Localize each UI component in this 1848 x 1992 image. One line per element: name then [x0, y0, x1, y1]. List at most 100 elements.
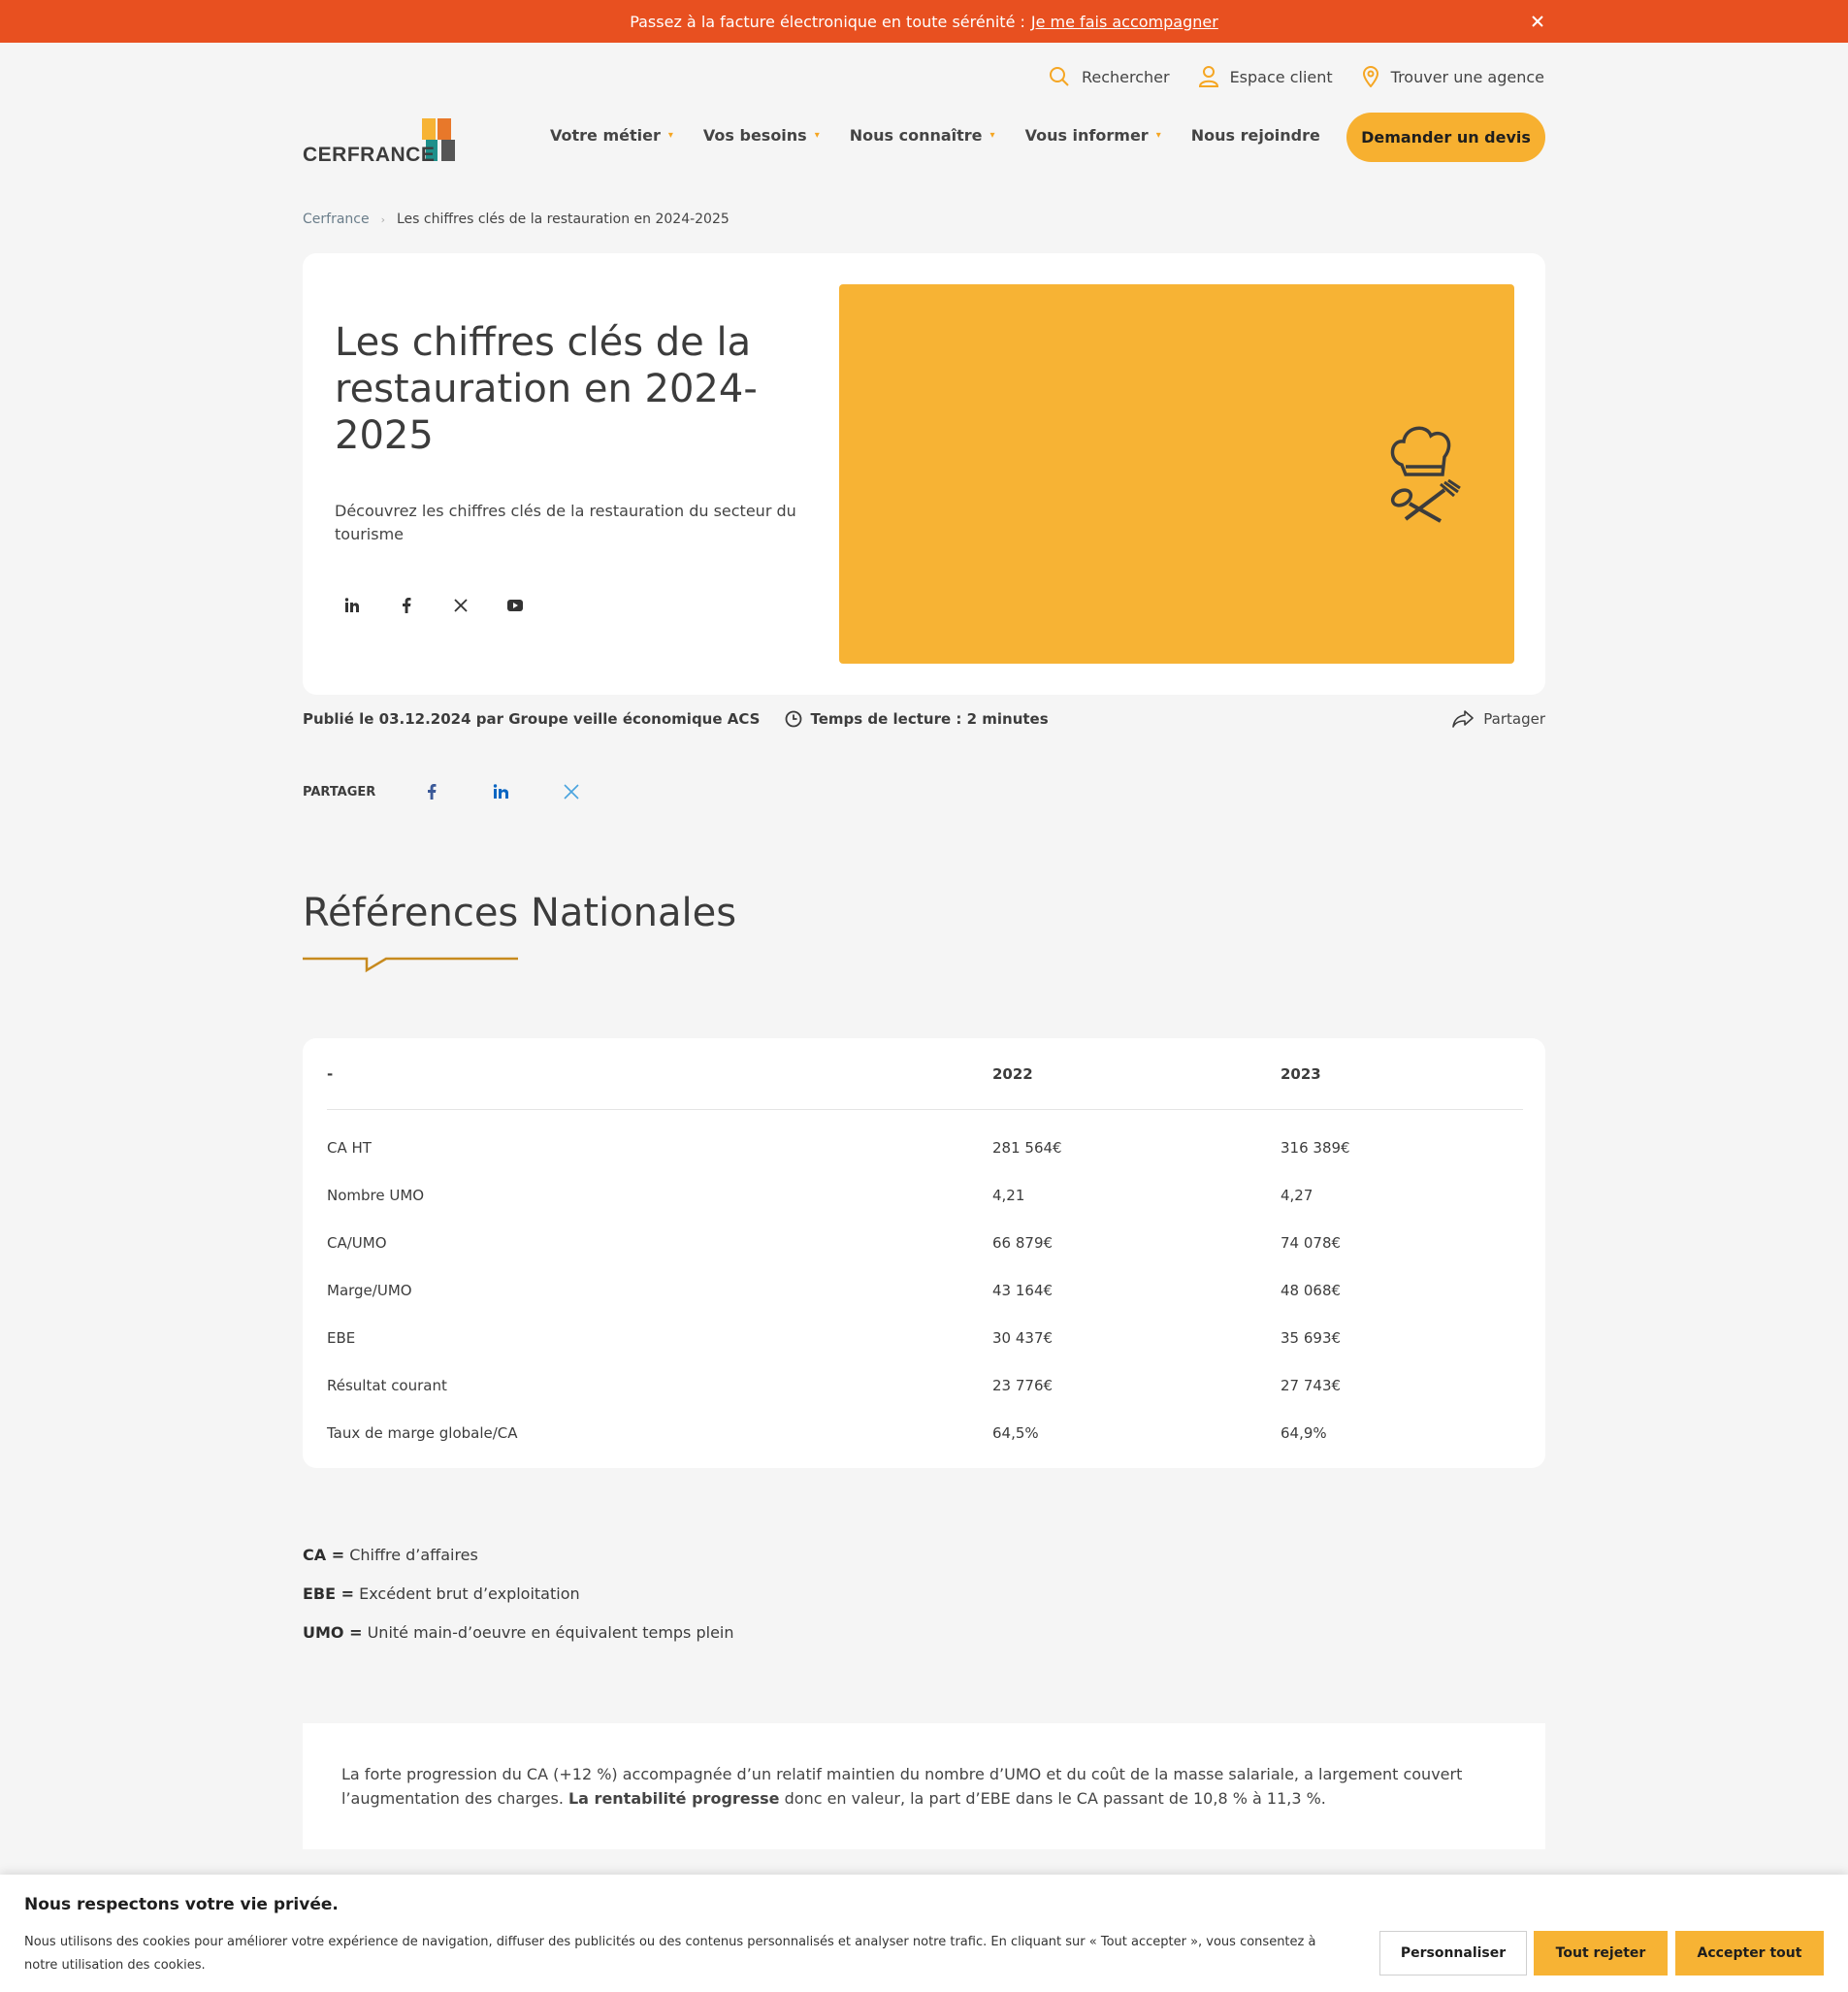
share-arrow-icon: [1452, 710, 1475, 728]
cell-value: 43 164€: [992, 1281, 1054, 1299]
x-share-icon[interactable]: [558, 784, 585, 800]
table-row: Nombre UMO 4,21 4,27: [327, 1171, 1523, 1219]
nav-item-informer[interactable]: Vous informer ▾: [1025, 126, 1161, 145]
glossary-item: UMO = Unité main-d’oeuvre en équivalent …: [303, 1623, 734, 1662]
chevron-down-icon: ▾: [814, 130, 820, 141]
row-label: EBE: [327, 1328, 356, 1347]
nav-label: Nous rejoindre: [1190, 126, 1320, 145]
nav-label: Nous connaître: [849, 126, 983, 145]
utility-nav: Rechercher Espace client Trouver une age…: [1049, 66, 1544, 87]
header-cell: 2022: [992, 1064, 1033, 1083]
cell-value: 316 389€: [1281, 1138, 1350, 1157]
glossary-term: EBE =: [303, 1584, 355, 1603]
location-pin-icon: [1362, 66, 1378, 87]
nav-item-besoins[interactable]: Vos besoins ▾: [703, 126, 820, 145]
table-row: Marge/UMO 43 164€ 48 068€: [327, 1266, 1523, 1314]
close-icon[interactable]: [1528, 12, 1547, 31]
reading-time-label: Temps de lecture : 2 minutes: [810, 710, 1049, 728]
nav-item-rejoindre[interactable]: Nous rejoindre: [1191, 126, 1320, 145]
hero-image: [839, 284, 1514, 664]
nav-item-connaitre[interactable]: Nous connaître ▾: [850, 126, 995, 145]
chevron-down-icon: ▾: [989, 130, 995, 141]
row-label: Marge/UMO: [327, 1281, 412, 1299]
nav-label: Vous informer: [1024, 126, 1149, 145]
cerfrance-logo[interactable]: CERFRANCE: [303, 116, 472, 167]
accept-all-button[interactable]: Accepter tout: [1675, 1931, 1824, 1976]
table-row: Résultat courant 23 776€ 27 743€: [327, 1361, 1523, 1409]
facebook-share-icon[interactable]: [418, 784, 445, 800]
summary-card: La forte progression du CA (+12 %) accom…: [303, 1723, 1545, 1849]
cookie-text: Nous utilisons des cookies pour améliore…: [24, 1935, 1316, 1973]
promo-text: Passez à la facture électronique en tout…: [630, 12, 1025, 31]
client-space-link[interactable]: Espace client: [1198, 66, 1333, 87]
cell-value: 281 564€: [992, 1138, 1062, 1157]
cookie-title: Nous respectons votre vie privée.: [24, 1895, 339, 1914]
glossary-item: CA = Chiffre d’affaires: [303, 1546, 734, 1584]
cell-value: 4,27: [1281, 1186, 1313, 1204]
user-icon: [1198, 66, 1218, 87]
search-label: Rechercher: [1081, 67, 1170, 86]
cell-value: 27 743€: [1281, 1376, 1342, 1394]
clock-icon: [786, 710, 802, 728]
nav-label: Vos besoins: [702, 126, 807, 145]
section-title: Références Nationales: [303, 891, 737, 935]
header-cell: 2023: [1281, 1064, 1321, 1083]
youtube-icon[interactable]: [504, 595, 526, 616]
chevron-down-icon: ▾: [1155, 130, 1161, 141]
glossary-term: UMO =: [303, 1623, 363, 1642]
glossary-item: EBE = Excédent brut d’exploitation: [303, 1584, 734, 1623]
table-row: CA HT 281 564€ 316 389€: [327, 1124, 1523, 1171]
nav-item-metier[interactable]: Votre métier ▾: [550, 126, 673, 145]
summary-highlight: La rentabilité progresse: [567, 1789, 780, 1808]
reject-all-button[interactable]: Tout rejeter: [1534, 1931, 1668, 1976]
breadcrumb-current: Les chiffres clés de la restauration en …: [397, 212, 729, 227]
share-button[interactable]: Partager: [1452, 710, 1545, 728]
title-underline: [303, 957, 518, 973]
promo-banner: Passez à la facture électronique en tout…: [0, 0, 1848, 43]
summary-part: donc en valeur, la part d’EBE dans le CA…: [779, 1789, 1326, 1808]
x-twitter-icon[interactable]: [450, 595, 471, 616]
cell-value: 23 776€: [992, 1376, 1054, 1394]
row-label: CA HT: [327, 1138, 372, 1157]
page-title: Les chiffres clés de la restauration en …: [335, 320, 758, 458]
cell-value: 35 693€: [1281, 1328, 1342, 1347]
customize-button[interactable]: Personnaliser: [1379, 1931, 1527, 1976]
glossary: CA = Chiffre d’affaires EBE = Excédent b…: [303, 1546, 734, 1662]
agency-link[interactable]: Trouver une agence: [1362, 66, 1544, 87]
chef-hat-utensils-icon: [1390, 426, 1461, 523]
search-link[interactable]: Rechercher: [1049, 66, 1170, 87]
cookie-banner: Nous respectons votre vie privée. Nous u…: [0, 1875, 1848, 1992]
agency-label: Trouver une agence: [1390, 67, 1544, 86]
share-bar: PARTAGER: [303, 784, 585, 800]
glossary-definition: Unité main-d’oeuvre en équivalent temps …: [362, 1623, 734, 1642]
row-label: Nombre UMO: [327, 1186, 425, 1204]
main-nav: Votre métier ▾ Vos besoins ▾ Nous connaîtr…: [550, 126, 1320, 145]
header-cell: -: [327, 1064, 334, 1083]
page-subtitle: Découvrez les chiffres clés de la restau…: [335, 502, 796, 543]
cell-value: 66 879€: [992, 1233, 1054, 1252]
share-bar-label: PARTAGER: [303, 784, 376, 800]
summary-text: La forte progression du CA (+12 %) accom…: [341, 1762, 1486, 1811]
row-label: Résultat courant: [327, 1376, 447, 1394]
linkedin-share-icon[interactable]: [488, 784, 515, 800]
cell-value: 74 078€: [1281, 1233, 1342, 1252]
client-space-label: Espace client: [1229, 67, 1333, 86]
national-references-table: - 2022 2023 CA HT 281 564€ 316 389€ Nombre…: [303, 1038, 1545, 1468]
table-row: CA/UMO 66 879€ 74 078€: [327, 1219, 1523, 1266]
search-icon: [1049, 67, 1069, 86]
share-label: Partager: [1483, 710, 1545, 728]
facebook-icon[interactable]: [396, 595, 417, 616]
promo-link[interactable]: Je me fais accompagner: [1031, 13, 1218, 31]
cell-value: 4,21: [992, 1186, 1025, 1204]
cell-value: 64,5%: [992, 1423, 1039, 1442]
published-info: Publié le 03.12.2024 par Groupe veille é…: [303, 710, 761, 728]
breadcrumb-home[interactable]: Cerfrance: [303, 212, 370, 227]
breadcrumb: Cerfrance › Les chiffres clés de la rest…: [303, 212, 729, 227]
table-row: EBE 30 437€ 35 693€: [327, 1314, 1523, 1361]
cell-value: 30 437€: [992, 1328, 1054, 1347]
table-header: - 2022 2023: [327, 1038, 1523, 1110]
hero-card: Les chiffres clés de la restauration en …: [303, 253, 1545, 695]
request-quote-button[interactable]: Demander un devis: [1346, 113, 1545, 162]
linkedin-icon[interactable]: [341, 595, 363, 616]
logo-text: CERFRANCE: [303, 144, 436, 166]
